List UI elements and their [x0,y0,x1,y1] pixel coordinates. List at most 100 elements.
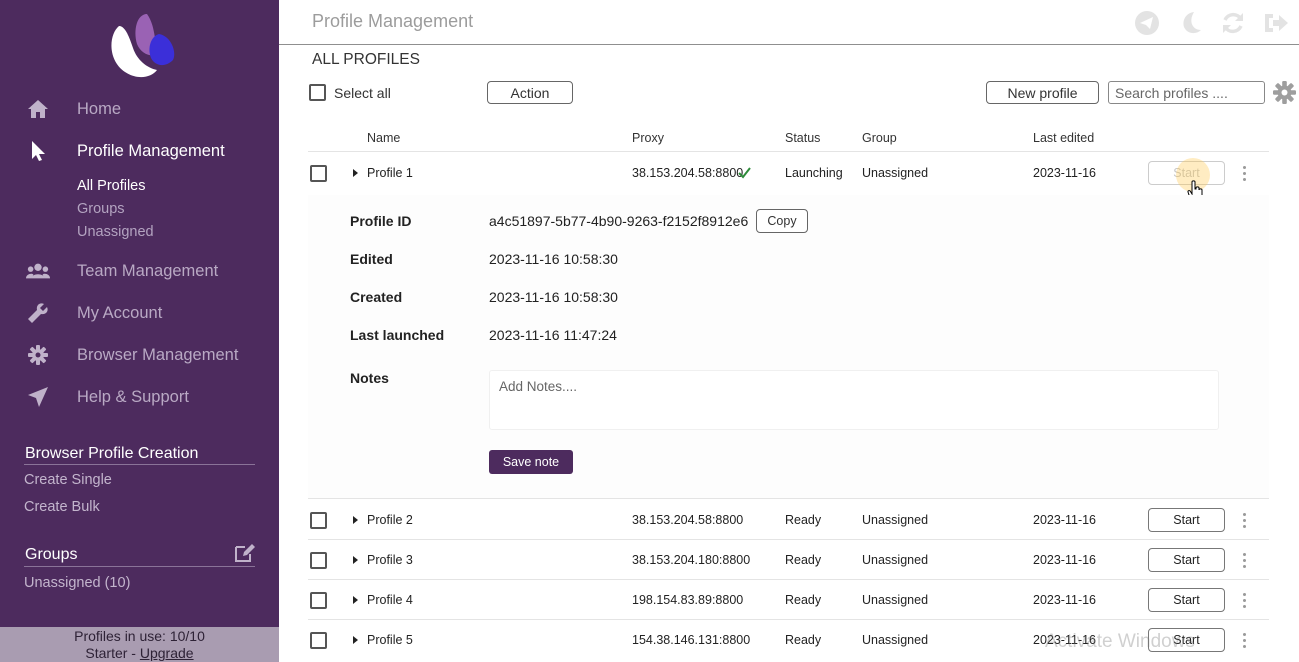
rocket-icon [26,385,50,409]
wrench-icon [26,301,50,325]
profile-name[interactable]: Profile 2 [367,513,413,527]
plan-line: Starter - Upgrade [0,645,279,662]
row-checkbox[interactable] [310,552,327,569]
profile-id-label: Profile ID [350,213,412,229]
create-single-link[interactable]: Create Single [24,472,112,488]
logout-icon[interactable] [1263,10,1289,36]
subnav-unassigned[interactable]: Unassigned [77,224,154,240]
profile-group: Unassigned [862,553,929,567]
row-divider [308,539,1269,540]
upgrade-link[interactable]: Upgrade [140,645,194,661]
profile-last-edited: 2023-11-16 [1033,593,1097,607]
plan-footer: Profiles in use: 10/10 Starter - Upgrade [0,627,279,662]
row-checkbox[interactable] [310,165,327,182]
creation-divider [24,464,255,465]
search-input[interactable] [1108,81,1265,104]
creation-section-title: Browser Profile Creation [25,445,199,462]
profile-proxy: 38.153.204.58:8800 [632,513,744,527]
profile-proxy: 154.38.146.131:8800 [632,633,751,647]
settings-gear-icon[interactable] [1273,81,1296,104]
nav-help-support-label: Help & Support [77,387,189,406]
column-header-group[interactable]: Group [862,131,897,145]
row-menu-icon[interactable] [1241,593,1247,611]
nav-browser-management-label: Browser Management [77,345,239,364]
last-launched-label: Last launched [350,327,445,343]
profile-last-edited: 2023-11-16 [1033,633,1097,647]
save-note-button[interactable]: Save note [489,450,573,474]
telegram-icon[interactable] [1134,10,1160,36]
start-button[interactable]: Start [1148,588,1225,612]
profile-name[interactable]: Profile 3 [367,553,413,567]
profile-proxy: 198.154.83.89:8800 [632,593,744,607]
home-icon [26,97,50,121]
gear-icon [26,343,50,367]
profile-group: Unassigned [862,593,929,607]
refresh-icon[interactable] [1220,10,1246,36]
row-menu-icon[interactable] [1241,166,1247,184]
expand-caret-icon[interactable] [353,556,358,564]
copy-button[interactable]: Copy [756,209,808,233]
groups-divider [24,566,255,567]
row-divider [308,579,1269,580]
profile-group: Unassigned [862,166,929,180]
group-item-unassigned[interactable]: Unassigned (10) [24,575,130,591]
select-all-checkbox[interactable] [309,84,326,101]
nav-my-account[interactable]: My Account [0,298,279,328]
column-header-status[interactable]: Status [785,131,820,145]
last-launched-value: 2023-11-16 11:47:24 [489,327,617,343]
nav-my-account-label: My Account [77,303,163,322]
sidebar: Home Profile Management All Profiles Gro… [0,0,279,662]
expand-caret-icon[interactable] [353,636,358,644]
start-button[interactable]: Start [1148,508,1225,532]
column-header-name[interactable]: Name [367,131,400,145]
created-value: 2023-11-16 10:58:30 [489,289,618,305]
profile-status: Ready [785,633,822,647]
profile-status: Ready [785,513,822,527]
row-menu-icon[interactable] [1241,633,1247,651]
row-checkbox[interactable] [310,632,327,649]
users-icon [26,259,50,283]
subnav-all-profiles[interactable]: All Profiles [77,178,146,194]
start-button[interactable]: Start [1148,548,1225,572]
row-menu-icon[interactable] [1241,553,1247,571]
profile-status: Ready [785,593,822,607]
profile-last-edited: 2023-11-16 [1033,166,1097,180]
profile-name[interactable]: Profile 5 [367,633,413,647]
edited-label: Edited [350,251,393,267]
profile-name[interactable]: Profile 4 [367,593,413,607]
select-all-label: Select all [334,85,391,101]
notes-label: Notes [350,370,389,386]
nav-team-management-label: Team Management [77,261,219,280]
page-title: Profile Management [312,11,474,31]
edited-value: 2023-11-16 10:58:30 [489,251,618,267]
column-header-proxy[interactable]: Proxy [632,131,664,145]
expand-caret-icon[interactable] [353,169,358,177]
expand-caret-icon[interactable] [353,516,358,524]
row-checkbox[interactable] [310,592,327,609]
nav-profile-management[interactable]: Profile Management [0,136,279,166]
profile-group: Unassigned [862,633,929,647]
row-divider [308,619,1269,620]
create-bulk-link[interactable]: Create Bulk [24,499,100,515]
expand-caret-icon[interactable] [353,596,358,604]
edit-groups-icon[interactable] [234,543,256,563]
action-button[interactable]: Action [487,81,573,104]
profile-proxy: 38.153.204.58:8800 [632,166,744,180]
nav-browser-management[interactable]: Browser Management [0,340,279,370]
header-divider [279,44,1299,45]
row-menu-icon[interactable] [1241,513,1247,531]
profile-id-value: a4c51897-5b77-4b90-9263-f2152f8912e6 [489,213,749,229]
nav-home[interactable]: Home [0,94,279,124]
nav-help-support[interactable]: Help & Support [0,382,279,412]
profile-status: Ready [785,553,822,567]
profile-name[interactable]: Profile 1 [367,166,413,180]
moon-icon[interactable] [1178,10,1204,36]
row-checkbox[interactable] [310,512,327,529]
notes-field[interactable] [489,370,1219,430]
nav-team-management[interactable]: Team Management [0,256,279,286]
start-button[interactable]: Start [1148,628,1225,652]
new-profile-button[interactable]: New profile [986,81,1099,104]
nav-home-label: Home [77,99,122,118]
subnav-groups[interactable]: Groups [77,201,125,217]
column-header-last-edited[interactable]: Last edited [1033,131,1094,145]
